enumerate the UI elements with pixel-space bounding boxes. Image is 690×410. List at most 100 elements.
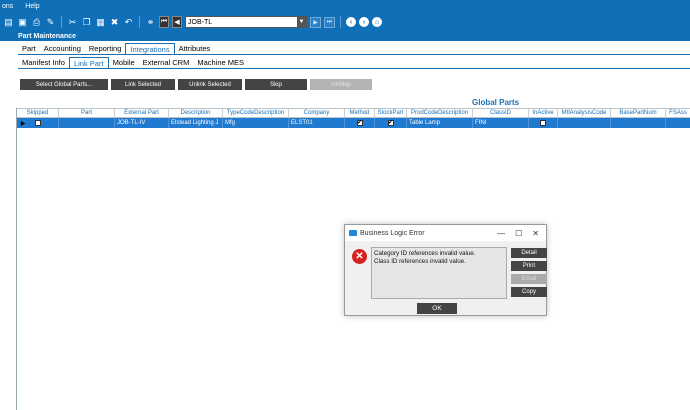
error-message-box[interactable]: Category ID references invalid value. Cl…: [371, 247, 507, 299]
grid-title: Global Parts: [472, 98, 520, 107]
part-key-value: JOB-TL: [188, 18, 213, 26]
tab-external-crm[interactable]: External CRM: [139, 57, 194, 68]
grid-header: Skipped Part External Part Description T…: [17, 108, 690, 118]
tab-divider: [18, 54, 690, 55]
action-buttons: Select Global Parts... Link Selected Unl…: [20, 79, 372, 90]
tab-attributes[interactable]: Attributes: [175, 43, 215, 54]
tab-machine-mes[interactable]: Machine MES: [193, 57, 248, 68]
column-header[interactable]: Part: [59, 109, 115, 117]
primary-tabs: Part Accounting Reporting Integrations A…: [18, 43, 214, 54]
save-icon[interactable]: ▣: [17, 17, 28, 28]
home-icon[interactable]: ⌂: [372, 17, 382, 27]
app-icon: [349, 230, 357, 236]
paste-icon[interactable]: ▦: [95, 17, 106, 28]
detail-button[interactable]: Detail: [511, 248, 547, 258]
email-button[interactable]: Email: [511, 274, 547, 284]
toolbar-separator: [139, 16, 140, 28]
prev-record-button[interactable]: ◀: [172, 16, 182, 28]
binoculars-icon[interactable]: ⚭: [145, 17, 156, 28]
column-header[interactable]: TypeCodeDescription: [223, 109, 289, 117]
part-cell[interactable]: [59, 118, 115, 128]
minimize-icon[interactable]: —: [497, 229, 505, 238]
back-icon[interactable]: ‹: [346, 17, 356, 27]
tab-reporting[interactable]: Reporting: [85, 43, 126, 54]
skip-button[interactable]: Skip: [245, 79, 307, 90]
tab-mobile[interactable]: Mobile: [109, 57, 139, 68]
delete-icon[interactable]: ✖: [109, 17, 120, 28]
external-part-cell[interactable]: JOB-TL-IV: [115, 118, 169, 128]
close-icon[interactable]: ✕: [532, 229, 539, 238]
maximize-icon[interactable]: ☐: [515, 229, 522, 238]
fsass-cell[interactable]: [666, 118, 690, 128]
column-header[interactable]: StockPart: [375, 109, 407, 117]
dialog-title: Business Logic Error: [360, 229, 425, 237]
method-checkbox[interactable]: ✔: [356, 120, 363, 126]
unlink-selected-button[interactable]: Unlink Selected: [178, 79, 242, 90]
link-selected-button[interactable]: Link Selected: [111, 79, 175, 90]
menu-bar: ons Help: [0, 0, 690, 12]
prod-code-cell[interactable]: Table Lamp: [407, 118, 473, 128]
mtl-analysis-cell[interactable]: [558, 118, 611, 128]
secondary-tabs: Manifest Info Link Part Mobile External …: [18, 57, 248, 68]
tab-link-part[interactable]: Link Part: [68, 57, 109, 68]
toolbar-separator: [340, 16, 341, 28]
menu-options[interactable]: ons: [0, 3, 15, 10]
class-id-cell[interactable]: FINI: [473, 118, 529, 128]
inactive-checkbox[interactable]: [540, 120, 546, 126]
business-logic-error-dialog: Business Logic Error — ☐ ✕ ✕ Category ID…: [344, 224, 547, 316]
print-button[interactable]: Print: [511, 261, 547, 271]
column-header[interactable]: BasePartNum: [611, 109, 666, 117]
tab-part[interactable]: Part: [18, 43, 40, 54]
row-selector-icon[interactable]: ▶: [16, 118, 30, 128]
print-icon[interactable]: ⎙: [31, 17, 42, 28]
column-header[interactable]: Skipped: [17, 109, 59, 117]
undo-icon[interactable]: ↶: [123, 17, 134, 28]
inactive-cell[interactable]: [529, 118, 558, 128]
description-cell[interactable]: Elstead Lighting J: [169, 118, 223, 128]
ok-button[interactable]: OK: [417, 303, 457, 314]
error-message-line: Class ID references invalid value.: [374, 258, 466, 265]
base-part-cell[interactable]: [611, 118, 666, 128]
company-cell[interactable]: ELST01: [289, 118, 345, 128]
error-message-line: Category ID references invalid value.: [374, 250, 476, 257]
new-icon[interactable]: ▤: [3, 17, 14, 28]
first-record-button[interactable]: ⏮: [159, 16, 169, 28]
cut-icon[interactable]: ✂: [67, 17, 78, 28]
method-cell[interactable]: ✔: [345, 118, 375, 128]
window-controls: — ☐ ✕: [497, 229, 546, 238]
select-global-parts-button[interactable]: Select Global Parts...: [20, 79, 108, 90]
tab-accounting[interactable]: Accounting: [40, 43, 85, 54]
forward-icon[interactable]: ›: [359, 17, 369, 27]
column-header[interactable]: ProdCodeDescription: [407, 109, 473, 117]
menu-help[interactable]: Help: [23, 3, 41, 10]
unskip-button[interactable]: UnSkip: [310, 79, 372, 90]
window-title: Part Maintenance: [0, 32, 690, 41]
column-header[interactable]: Company: [289, 109, 345, 117]
stock-part-checkbox[interactable]: ✔: [387, 120, 394, 126]
toolbar: ▤ ▣ ⎙ ✎ ✂ ❐ ▦ ✖ ↶ ⚭ ⏮ ◀ JOB-TL ▼ ▶ ⏭ ‹ ›…: [0, 12, 690, 32]
next-record-button[interactable]: ▶: [310, 16, 321, 28]
skipped-checkbox[interactable]: [34, 120, 41, 126]
edit-icon[interactable]: ✎: [45, 17, 56, 28]
toolbar-separator: [61, 16, 62, 28]
type-code-cell[interactable]: Mfg: [223, 118, 289, 128]
error-icon: ✕: [352, 249, 367, 264]
column-header[interactable]: ClassID: [473, 109, 529, 117]
last-record-button[interactable]: ⏭: [324, 16, 335, 28]
stock-part-cell[interactable]: ✔: [375, 118, 407, 128]
dialog-titlebar: Business Logic Error — ☐ ✕: [345, 225, 546, 241]
column-header[interactable]: Description: [169, 109, 223, 117]
part-key-combo[interactable]: JOB-TL ▼: [185, 16, 307, 28]
column-header[interactable]: FSAss: [666, 109, 690, 117]
column-header[interactable]: InActive: [529, 109, 558, 117]
copy-icon[interactable]: ❐: [81, 17, 92, 28]
copy-button[interactable]: Copy: [511, 287, 547, 297]
dialog-side-buttons: Detail Print Email Copy: [511, 248, 547, 297]
table-row[interactable]: JOB-TL-IV Elstead Lighting J Mfg ELST01 …: [17, 118, 690, 128]
chevron-down-icon[interactable]: ▼: [297, 17, 306, 27]
tab-integrations[interactable]: Integrations: [125, 43, 175, 54]
column-header[interactable]: External Part: [115, 109, 169, 117]
column-header[interactable]: Method: [345, 109, 375, 117]
tab-manifest-info[interactable]: Manifest Info: [18, 57, 69, 68]
column-header[interactable]: MtlAnalysisCode: [558, 109, 611, 117]
